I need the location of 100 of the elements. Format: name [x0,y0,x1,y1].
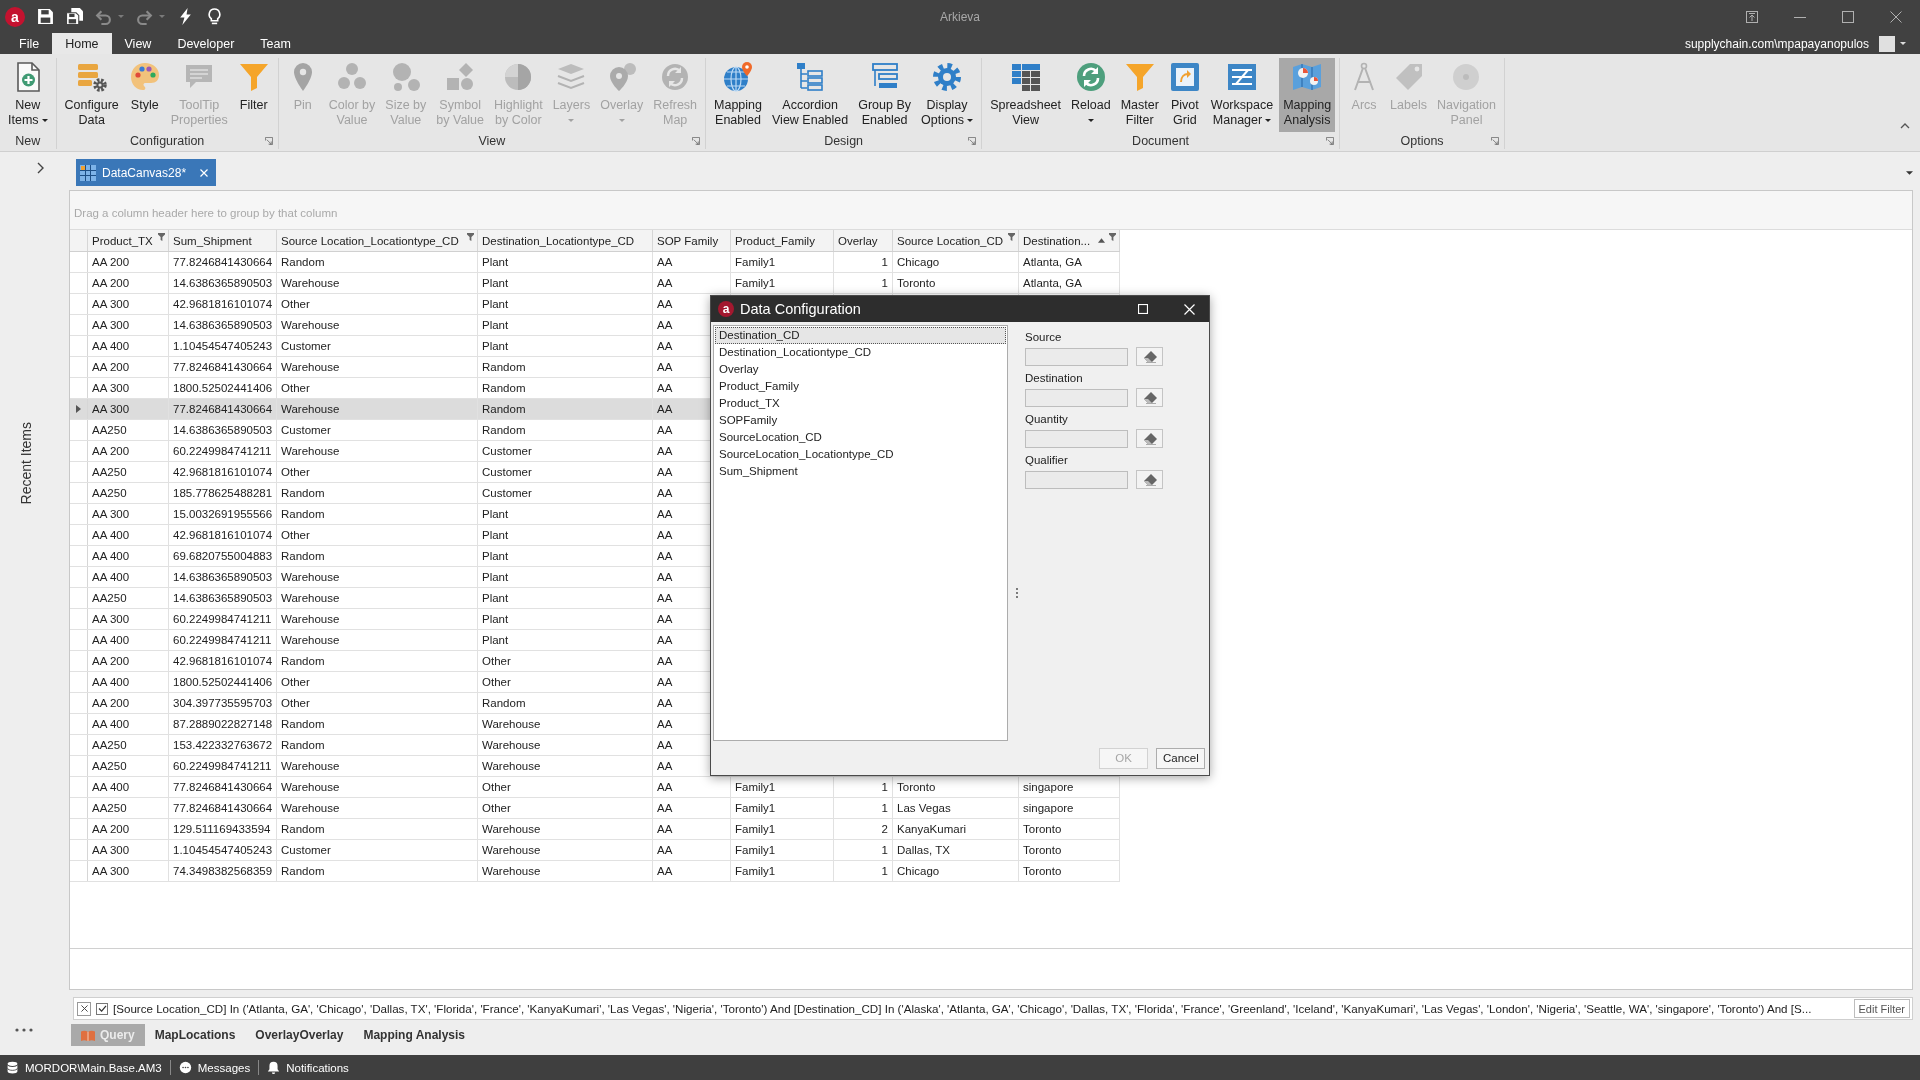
dialog-launcher-icon[interactable] [968,136,977,145]
column-header[interactable]: Product_TX [88,230,169,251]
caret-icon[interactable] [1906,170,1913,175]
list-item[interactable]: SourceLocation_Locationtype_CD [715,446,1006,463]
edit-filter-button[interactable]: Edit Filter [1853,999,1910,1018]
list-item[interactable]: Overlay [715,361,1006,378]
chevron-right-icon[interactable] [37,162,44,174]
table-row[interactable]: AA 400 77.8246841430664 Warehouse Other AA Family1 1 Toronto singapore [70,777,1120,798]
ribbon-button[interactable]: Style [124,58,165,132]
menu-tab[interactable]: View [111,33,165,54]
table-cell: Other [281,676,310,688]
sheet-tab[interactable]: Mapping Analysis [353,1024,475,1046]
document-tab[interactable]: DataCanvas28* [76,159,217,186]
caret-icon[interactable] [1900,42,1906,45]
menu-tab[interactable]: File [6,33,53,54]
avatar-icon[interactable] [1879,35,1895,52]
clear-button[interactable] [1136,347,1163,366]
clear-button[interactable] [1136,470,1163,489]
table-row[interactable]: AA 300 1.10454547405243 Customer Warehouse AA Family1 1 Dallas, TX Toronto [70,840,1120,861]
grip-icon[interactable] [1015,588,1018,598]
ribbon-button[interactable]: Workspace Manager [1206,58,1278,132]
table-cell: 77.8246841430664 [173,361,273,373]
input-field[interactable] [1025,470,1128,489]
dialog-launcher-icon[interactable] [1491,136,1499,145]
table-row[interactable]: AA 300 74.3498382568359 Random Warehouse AA Family1 1 Chicago Toronto [70,861,1120,882]
input-field[interactable] [1025,347,1128,366]
column-header[interactable]: Overlay [834,230,893,251]
ribbon-button[interactable]: Group By Enabled [854,58,916,132]
table-cell: AA 400 [92,529,130,541]
column-header[interactable]: Sum_Shipment [169,230,277,251]
menu-tab[interactable]: Developer [164,33,248,54]
table-cell: Las Vegas [897,802,951,814]
column-header[interactable]: Source Location_CD [893,230,1019,251]
ribbon-button[interactable]: Spreadsheet View [986,58,1065,132]
list-item[interactable]: Sum_Shipment [715,463,1006,480]
ribbon-button[interactable]: Reload [1067,58,1115,132]
dialog-button[interactable]: Cancel [1156,747,1205,769]
filter-icon[interactable] [467,233,474,241]
sidebar-tab[interactable]: Recent Items [17,422,34,505]
remove-filter-button[interactable] [77,1001,91,1016]
menu-tab[interactable]: Home [52,33,112,54]
dialog-launcher-icon[interactable] [692,136,701,145]
save-all-icon[interactable] [66,8,83,25]
table-cell: AA 400 [92,550,130,562]
table-cell: Customer [482,487,532,499]
status-item[interactable]: Notifications [286,1061,349,1074]
chevron-up-icon[interactable] [1900,123,1910,129]
clear-button[interactable] [1136,388,1163,407]
status-item[interactable]: MORDOR\Main.Base.AM3 [25,1061,162,1074]
ribbon-button[interactable]: Master Filter [1116,58,1163,132]
list-item[interactable]: Destination_CD [715,327,1006,344]
ribbon-button[interactable]: Display Options [917,58,978,132]
table-cell: AA [657,676,673,688]
ribbon-button[interactable]: Accordion View Enabled [768,58,853,132]
filter-icon[interactable] [1008,233,1015,241]
ribbon-button[interactable]: Pivot Grid [1164,58,1205,132]
column-header[interactable]: Product_Family [731,230,834,251]
ribbon-button[interactable]: Filter [233,58,274,132]
checkbox[interactable] [96,1002,108,1015]
input-field[interactable] [1025,429,1128,448]
table-cell: AA250 [92,466,127,478]
column-header[interactable]: Source Location_Locationtype_CD [277,230,478,251]
dialog-launcher-icon[interactable] [264,136,273,145]
filter-icon[interactable] [158,233,165,241]
table-row[interactable]: AA 200 77.8246841430664 Random Plant AA Family1 1 Chicago Atlanta, GA [70,252,1120,273]
table-row[interactable]: AA 200 129.511169433594 Random Warehouse AA Family1 2 KanyaKumari Toronto [70,819,1120,840]
bulb-icon[interactable] [206,8,223,25]
group-panel-hint: Drag a column header here to group by that column [74,207,338,219]
column-header[interactable]: Destination... [1019,230,1120,251]
box-arrow-icon[interactable] [1746,10,1758,23]
ribbon-button[interactable]: Configure Data [60,58,123,132]
user-name[interactable]: supplychain.com\mpapayanopulos [1684,36,1869,51]
dialog-launcher-icon[interactable] [1326,136,1335,145]
sheet-tab[interactable]: OverlayOverlay [245,1024,354,1046]
table-row[interactable]: AA 200 14.6386365890503 Warehouse Plant AA Family1 1 Toronto Atlanta, GA [70,273,1120,294]
input-field[interactable] [1025,388,1128,407]
column-header[interactable]: SOP Family [653,230,731,251]
database-icon[interactable] [6,1061,19,1074]
menu-tab[interactable]: Team [247,33,304,54]
table-cell: Toronto [897,277,936,289]
filter-icon[interactable] [1109,233,1116,241]
ribbon-button[interactable]: New Items [4,58,52,132]
save-icon[interactable] [37,8,54,25]
column-header[interactable]: Destination_Locationtype_CD [478,230,653,251]
status-item[interactable]: Messages [197,1061,251,1074]
table-cell: 1 [881,865,888,877]
clear-button[interactable] [1136,429,1163,448]
chat-icon[interactable] [178,1061,192,1074]
ribbon-button[interactable]: Mapping Analysis [1279,58,1336,132]
table-row[interactable]: AA250 77.8246841430664 Warehouse Other AA Family1 1 Las Vegas singapore [70,798,1120,819]
table-cell: KanyaKumari [897,823,967,835]
ribbon-button[interactable]: Mapping Enabled [710,58,766,132]
bars-gear-icon [75,61,108,93]
table-cell: AA [657,550,673,562]
lightning-icon[interactable] [177,8,194,25]
bell-icon[interactable] [267,1061,281,1074]
more-icon[interactable] [14,1028,33,1032]
sheet-tab[interactable]: MapLocations [144,1024,246,1046]
list-item[interactable]: Product_Family [715,378,1006,395]
table-cell: Warehouse [281,319,340,331]
